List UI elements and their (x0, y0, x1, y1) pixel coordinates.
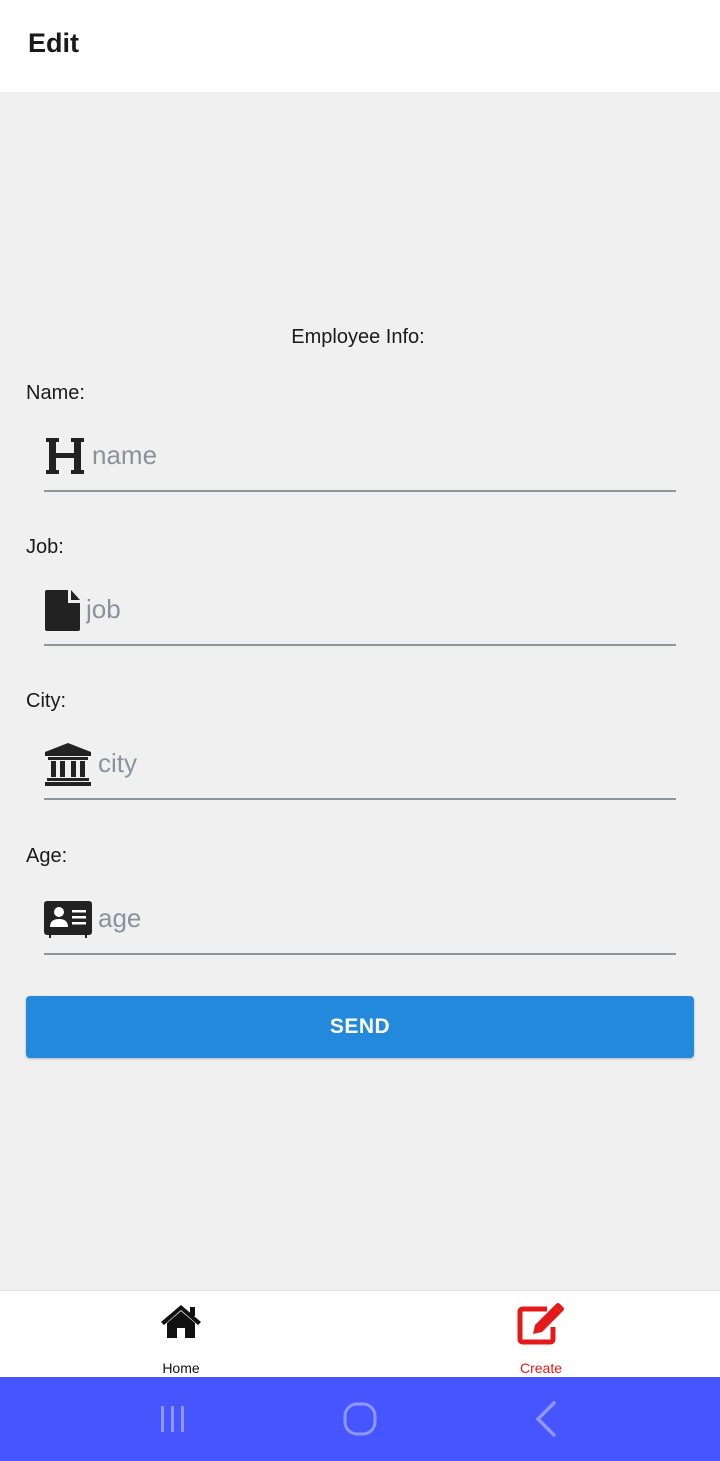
file-icon (44, 574, 81, 646)
app-header: Edit (0, 0, 720, 92)
name-field-row (44, 420, 676, 492)
system-navigation-bar (0, 1377, 720, 1461)
age-field-row (44, 883, 676, 955)
job-label: Job: (26, 536, 64, 558)
city-input[interactable] (98, 728, 672, 798)
job-field-row (44, 574, 676, 646)
job-input[interactable] (86, 574, 672, 644)
tab-home-label: Home (162, 1360, 200, 1376)
age-input[interactable] (98, 883, 672, 953)
bottom-tab-bar: Home Create (0, 1290, 720, 1377)
home-circle-icon[interactable] (310, 1377, 410, 1461)
id-card-icon (44, 883, 92, 955)
home-icon (81, 1303, 281, 1339)
city-field-row (44, 728, 676, 800)
name-input[interactable] (92, 420, 672, 490)
edit-icon (441, 1303, 641, 1345)
tab-home[interactable]: Home (81, 1291, 281, 1378)
tab-create-label: Create (519, 1360, 563, 1376)
tab-create[interactable]: Create (441, 1291, 641, 1378)
section-title: Employee Info: (291, 326, 425, 348)
bank-icon (44, 728, 92, 800)
back-icon[interactable] (496, 1377, 596, 1461)
city-label: City: (26, 690, 66, 712)
send-button[interactable]: SEND (26, 996, 694, 1058)
age-label: Age: (26, 845, 68, 867)
name-label: Name: (26, 382, 85, 404)
page-title: Edit (28, 28, 79, 58)
heading-icon (44, 420, 86, 492)
recents-icon[interactable] (123, 1377, 223, 1461)
